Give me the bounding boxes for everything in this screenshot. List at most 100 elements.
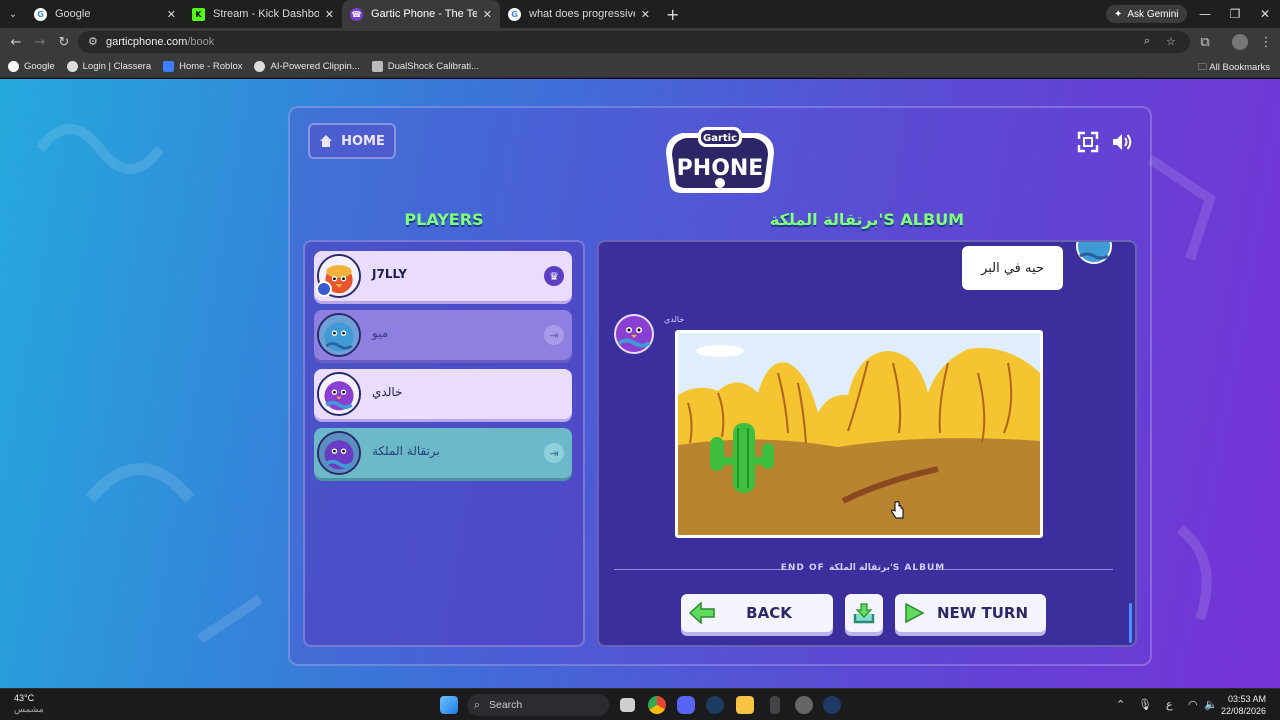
mouse-cursor-icon xyxy=(891,501,904,519)
all-bookmarks-label: All Bookmarks xyxy=(1209,62,1270,73)
player-name: برتقالة الملكة xyxy=(372,444,440,458)
google-icon xyxy=(8,61,19,72)
bookmark-dualshock[interactable]: DualShock Calibrati... xyxy=(371,61,480,72)
bookmark-clipping[interactable]: AI-Powered Clippin... xyxy=(254,61,360,72)
clock-time: 03:53 AM xyxy=(1227,694,1266,704)
windows-taskbar: 43°C مشمس ⌕ Search ⌃ 🎙 ع ◠ 🔈 03:53 AM 22… xyxy=(0,688,1280,720)
tab-google[interactable]: G Google ✕ xyxy=(26,0,184,28)
player-avatar xyxy=(317,431,361,475)
end-divider-right xyxy=(933,569,1113,570)
play-icon xyxy=(905,602,925,624)
home-button[interactable]: HOME xyxy=(308,123,396,159)
menu-kebab-icon[interactable]: ⋮ xyxy=(1258,34,1274,50)
desert-cactus-drawing xyxy=(678,333,1040,535)
player-name: J7LLY xyxy=(372,267,407,281)
player-card-khaldi[interactable]: خالدي xyxy=(314,369,572,419)
speaker-icon[interactable]: 🔈 xyxy=(1204,698,1218,711)
bookmark-label: Google xyxy=(24,61,55,72)
home-icon xyxy=(320,135,333,147)
minimize-button[interactable]: — xyxy=(1190,0,1220,28)
bookmark-google[interactable]: Google xyxy=(8,61,55,72)
tab-search-progressive[interactable]: G what does progressive mean - G ✕ xyxy=(500,0,658,28)
tab-title: Gartic Phone - The Telephone G xyxy=(371,8,477,20)
back-label: BACK xyxy=(746,604,792,622)
reload-icon[interactable]: ↻ xyxy=(56,34,72,50)
task-view-icon[interactable] xyxy=(620,698,635,712)
bookmark-label: Home - Roblox xyxy=(179,61,243,72)
zoom-icon[interactable]: ⌕ xyxy=(1144,35,1150,48)
language-indicator[interactable]: ع xyxy=(1166,698,1173,711)
new-tab-button[interactable]: + xyxy=(666,5,679,24)
chrome-icon[interactable] xyxy=(648,696,666,714)
url-path: /book xyxy=(187,36,215,48)
bookmark-label: Login | Classera xyxy=(82,61,152,72)
album-scrollbar[interactable] xyxy=(1129,603,1132,643)
new-turn-button[interactable]: NEW TURN xyxy=(895,594,1046,632)
download-icon xyxy=(853,603,875,624)
restore-button[interactable]: ❐ xyxy=(1220,0,1250,28)
crown-icon: ♛ xyxy=(544,266,564,286)
album-title: برتقالة الملكة'S ALBUM xyxy=(769,210,965,229)
close-tab-icon[interactable]: ✕ xyxy=(641,8,650,21)
settings-app-icon[interactable] xyxy=(795,696,813,714)
player-drawing xyxy=(675,330,1043,538)
roblox-icon xyxy=(163,61,175,72)
volume-icon[interactable] xyxy=(1110,130,1134,154)
bookmark-star-icon[interactable]: ☆ xyxy=(1166,35,1176,48)
back-button[interactable]: BACK xyxy=(681,594,833,632)
all-bookmarks-button[interactable]: 🗀 All Bookmarks xyxy=(1198,60,1270,76)
tab-gartic-phone[interactable]: ☎ Gartic Phone - The Telephone G ✕ xyxy=(342,0,500,28)
forward-arrow-icon[interactable]: → xyxy=(32,34,48,50)
bookmark-roblox[interactable]: Home - Roblox xyxy=(163,61,242,72)
logo-line1: Gartic xyxy=(703,133,737,144)
gemini-sparkle-icon: ✦ xyxy=(1114,8,1123,20)
close-tab-icon[interactable]: ✕ xyxy=(167,8,176,21)
tab-kick[interactable]: K Stream - Kick Dashboard ✕ xyxy=(184,0,342,28)
tab-title: Google xyxy=(55,8,91,20)
player-card-miu[interactable]: ميو ⇥ xyxy=(314,310,572,360)
url-field[interactable]: ⚙ garticphone.com/book ⌕ ☆ xyxy=(78,31,1190,53)
wifi-icon[interactable]: ◠ xyxy=(1188,698,1198,711)
players-title: PLAYERS xyxy=(404,210,484,229)
player-card-burtuqala[interactable]: برتقالة الملكة ⇥ xyxy=(314,428,572,478)
new-turn-label: NEW TURN xyxy=(936,604,1029,622)
search-label: Search xyxy=(489,699,523,711)
tray-chevron-icon[interactable]: ⌃ xyxy=(1116,698,1125,711)
weather-widget[interactable]: 43°C مشمس xyxy=(14,693,44,715)
logo-line2: PHONE xyxy=(677,156,764,181)
steam-running-icon[interactable] xyxy=(823,696,841,714)
extensions-icon[interactable]: ⧉ xyxy=(1197,34,1213,50)
back-arrow-icon[interactable]: ← xyxy=(8,34,24,50)
tab-search-icon[interactable]: ⌄ xyxy=(0,0,26,28)
ask-gemini-button[interactable]: ✦ Ask Gemini xyxy=(1106,5,1187,23)
exit-icon: ⇥ xyxy=(544,443,564,463)
previous-guess-bubble: حيه في البر xyxy=(962,246,1063,290)
bookmark-classera[interactable]: Login | Classera xyxy=(66,61,152,72)
windows-start-icon[interactable] xyxy=(440,696,458,714)
close-tab-icon[interactable]: ✕ xyxy=(483,8,492,21)
album-avatar-top xyxy=(1076,242,1112,264)
tab-title: Stream - Kick Dashboard xyxy=(213,8,319,20)
clock-date: 22/08/2026 xyxy=(1220,706,1266,716)
site-info-icon[interactable]: ⚙ xyxy=(88,35,98,48)
close-tab-icon[interactable]: ✕ xyxy=(325,8,334,21)
file-explorer-icon[interactable] xyxy=(736,696,754,714)
player-card-j7lly[interactable]: J7LLY ♛ xyxy=(314,251,572,301)
bookmark-label: AI-Powered Clippin... xyxy=(270,61,360,72)
close-window-button[interactable]: ✕ xyxy=(1250,0,1280,28)
taskbar-search[interactable]: ⌕ Search xyxy=(467,694,609,716)
system-clock[interactable]: 03:53 AM 22/08/2026 xyxy=(1221,693,1266,717)
url-host: garticphone.com xyxy=(106,36,188,48)
steam-icon[interactable] xyxy=(706,696,724,714)
discord-icon[interactable] xyxy=(677,696,695,714)
fullscreen-icon[interactable] xyxy=(1076,130,1100,154)
end-divider-left xyxy=(614,569,794,570)
microphone-icon[interactable]: 🎙 xyxy=(1138,698,1152,711)
globe-icon xyxy=(254,61,266,72)
home-label: HOME xyxy=(341,133,385,149)
download-button[interactable] xyxy=(845,594,883,632)
app-icon[interactable] xyxy=(770,696,780,714)
profile-avatar[interactable] xyxy=(1232,34,1248,50)
bookmark-label: DualShock Calibrati... xyxy=(387,61,480,72)
host-user-icon xyxy=(316,281,332,297)
